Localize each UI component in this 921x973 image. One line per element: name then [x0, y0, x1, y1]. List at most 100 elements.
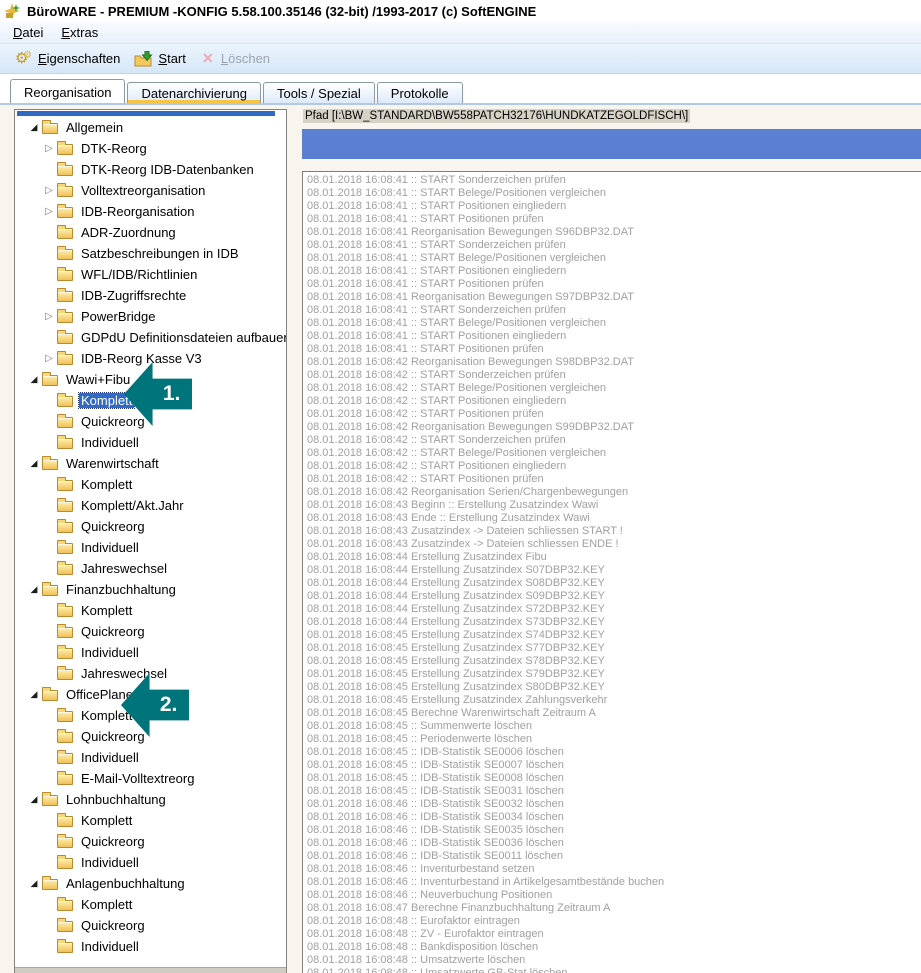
tree-item-idb-reorganisation[interactable]: ▷IDB-Reorganisation [15, 201, 286, 222]
tree-item-label: DTK-Reorg [79, 141, 149, 156]
tree-horizontal-scrollbar[interactable] [15, 967, 286, 973]
tree-item-label: Komplett [79, 813, 134, 828]
menu-item-datei[interactable]: Datei [4, 23, 52, 42]
tree-item-komplett[interactable]: Komplett [15, 894, 286, 915]
log-line: 08.01.2018 16:08:45 Erstellung Zusatzind… [307, 642, 921, 655]
tree-item-dtk-reorg-idb-datenbanken[interactable]: DTK-Reorg IDB-Datenbanken [15, 159, 286, 180]
expander-expanded-icon[interactable]: ◢ [28, 374, 40, 385]
folder-icon [57, 207, 73, 218]
tab-protokolle[interactable]: Protokolle [377, 82, 463, 103]
tree-item-warenwirtschaft[interactable]: ◢Warenwirtschaft [15, 453, 286, 474]
folder-icon [57, 228, 73, 239]
folder-icon [57, 480, 73, 491]
tab-tools-spezial[interactable]: Tools / Spezial [263, 82, 375, 103]
tree-item-finanzbuchhaltung[interactable]: ◢ Finanzbuchhaltung [15, 579, 286, 600]
progress-bar [302, 129, 921, 159]
tree-item-label: Individuell [79, 540, 141, 555]
log-line: 08.01.2018 16:08:46 :: Neuverbuchung Pos… [307, 889, 921, 902]
tree-item-idb-zugriffsrechte[interactable]: IDB-Zugriffsrechte [15, 285, 286, 306]
tree-item-label: Individuell [79, 939, 141, 954]
expander-expanded-icon[interactable]: ◢ [28, 458, 40, 469]
expander-expanded-icon[interactable]: ◢ [28, 689, 40, 700]
log-line: 08.01.2018 16:08:41 :: START Positionen … [307, 213, 921, 226]
log-line: 08.01.2018 16:08:46 :: Inventurbestand s… [307, 863, 921, 876]
reorg-tree-panel: ◢ Allgemein ▷ DTK-Reorg DTK-Reorg IDB-Datenb… [14, 109, 287, 973]
log-line: 08.01.2018 16:08:42 :: START Belege/Posi… [307, 382, 921, 395]
folder-icon [57, 501, 73, 512]
log-line: 08.01.2018 16:08:41 Reorganisation Beweg… [307, 291, 921, 304]
expander-collapsed-icon[interactable]: ▷ [43, 206, 55, 217]
toolbar-button-start[interactable]: Start [127, 47, 192, 71]
folder-icon [42, 123, 58, 134]
log-line: 08.01.2018 16:08:43 Beginn :: Erstellung… [307, 499, 921, 512]
folder-icon [57, 522, 73, 533]
expander-expanded-icon[interactable]: ◢ [28, 584, 40, 595]
tree-item-gdpdu-definitionsdateien-aufbauen[interactable]: GDPdU Definitionsdateien aufbauen [15, 327, 286, 348]
tree-item-dtk-reorg[interactable]: ▷ DTK-Reorg [15, 138, 286, 159]
folder-icon [57, 543, 73, 554]
tree-item-adr-zuordnung[interactable]: ADR-Zuordnung [15, 222, 286, 243]
tree-item-individuell[interactable]: Individuell [15, 747, 286, 768]
tree-item-jahreswechsel[interactable]: Jahreswechsel [15, 558, 286, 579]
folder-icon [57, 438, 73, 449]
folder-icon [57, 942, 73, 953]
log-output[interactable]: 08.01.2018 16:08:41 :: START Sonderzeich… [302, 171, 921, 973]
tree-item-quickreorg[interactable]: Quickreorg [15, 516, 286, 537]
expander-collapsed-icon[interactable]: ▷ [43, 143, 55, 154]
log-line: 08.01.2018 16:08:41 :: START Positionen … [307, 343, 921, 356]
expander-collapsed-icon[interactable]: ▷ [43, 353, 55, 364]
tree-item-anlagenbuchhaltung[interactable]: ◢Anlagenbuchhaltung [15, 873, 286, 894]
tree-item-komplett[interactable]: Komplett [15, 810, 286, 831]
folder-icon [57, 900, 73, 911]
tree-item-label: Individuell [79, 855, 141, 870]
tree-item-label: Allgemein [64, 120, 125, 135]
toolbar-button-eigenschaften[interactable]: ⚙ Eigenschaften [8, 47, 127, 71]
log-line: 08.01.2018 16:08:46 :: IDB-Statistik SE0… [307, 837, 921, 850]
tree-item-wfl-idb-richtlinien[interactable]: WFL/IDB/Richtlinien [15, 264, 286, 285]
tab-reorganisation[interactable]: Reorganisation [10, 79, 125, 103]
tree-item-individuell[interactable]: Individuell [15, 936, 286, 957]
tree-item-individuell[interactable]: Individuell [15, 432, 286, 453]
tree-item-allgemein[interactable]: ◢ Allgemein [15, 117, 286, 138]
tree-item-volltextreorganisation[interactable]: ▷Volltextreorganisation [15, 180, 286, 201]
expander-collapsed-icon[interactable]: ▷ [43, 311, 55, 322]
folder-icon [57, 144, 73, 155]
folder-icon [57, 312, 73, 323]
folder-icon [57, 291, 73, 302]
tree-item-powerbridge[interactable]: ▷ PowerBridge [15, 306, 286, 327]
expander-collapsed-icon[interactable]: ▷ [43, 185, 55, 196]
tree-item-lohnbuchhaltung[interactable]: ◢Lohnbuchhaltung [15, 789, 286, 810]
tree-item-individuell[interactable]: Individuell [15, 537, 286, 558]
log-line: 08.01.2018 16:08:48 :: Eurofaktor eintra… [307, 915, 921, 928]
tree-item-satzbeschreibungen-in-idb[interactable]: Satzbeschreibungen in IDB [15, 243, 286, 264]
log-line: 08.01.2018 16:08:42 :: START Belege/Posi… [307, 447, 921, 460]
tree-item-label: Satzbeschreibungen in IDB [79, 246, 241, 261]
menu-item-extras[interactable]: Extras [52, 23, 107, 42]
log-line: 08.01.2018 16:08:44 Erstellung Zusatzind… [307, 564, 921, 577]
tree-item-label: Komplett [79, 603, 134, 618]
expander-expanded-icon[interactable]: ◢ [28, 122, 40, 133]
tree-item-individuell[interactable]: Individuell [15, 852, 286, 873]
app-window: BüroWARE - PREMIUM -KONFIG 5.58.100.3514… [0, 0, 921, 973]
tree-item-individuell[interactable]: Individuell [15, 642, 286, 663]
window-title: BüroWARE - PREMIUM -KONFIG 5.58.100.3514… [27, 4, 536, 19]
tree-item-komplett[interactable]: Komplett [15, 474, 286, 495]
tree-item-komplett-akt-jahr[interactable]: Komplett/Akt.Jahr [15, 495, 286, 516]
tree-item-label: Finanzbuchhaltung [64, 582, 178, 597]
tree-item-label: PowerBridge [79, 309, 157, 324]
tree-item-label: Komplett [79, 477, 134, 492]
folder-icon [57, 249, 73, 260]
right-panel: Pfad [I:\BW_STANDARD\BW558PATCH32176\HUN… [302, 105, 921, 973]
tree-item-label: ADR-Zuordnung [79, 225, 178, 240]
log-line: 08.01.2018 16:08:41 :: START Positionen … [307, 265, 921, 278]
tree-item-e-mail-volltextreorg[interactable]: E-Mail-Volltextreorg [15, 768, 286, 789]
tree-item-quickreorg[interactable]: Quickreorg [15, 915, 286, 936]
tab-datenarchivierung[interactable]: Datenarchivierung [127, 82, 261, 103]
tree-item-quickreorg[interactable]: Quickreorg [15, 621, 286, 642]
tree-item-quickreorg[interactable]: Quickreorg [15, 831, 286, 852]
expander-expanded-icon[interactable]: ◢ [28, 794, 40, 805]
folder-icon [57, 837, 73, 848]
tree-item-komplett[interactable]: Komplett [15, 600, 286, 621]
expander-expanded-icon[interactable]: ◢ [28, 878, 40, 889]
tree-item-label: Komplett/Akt.Jahr [79, 498, 186, 513]
